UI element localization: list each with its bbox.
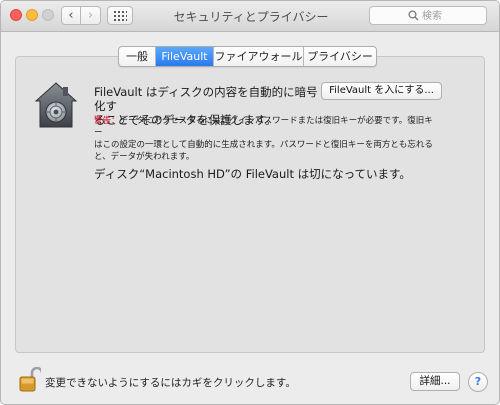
tab-bar: 一般 FileVault ファイアウォール プライバシー: [118, 46, 377, 67]
chevron-right-icon: ›: [87, 8, 94, 23]
turn-on-filevault-button[interactable]: FileVault を入にする...: [321, 82, 442, 100]
filevault-status: ディスク“Macintosh HD”の FileVault は切になっています。: [94, 167, 411, 181]
search-field[interactable]: [369, 6, 487, 25]
tab-filevault[interactable]: FileVault: [156, 47, 214, 66]
tab-firewall[interactable]: ファイアウォール: [214, 47, 304, 66]
search-icon: [408, 10, 419, 21]
search-input[interactable]: [422, 9, 482, 23]
advanced-button[interactable]: 詳細...: [410, 372, 460, 391]
show-all-button[interactable]: [107, 6, 133, 25]
tab-general[interactable]: 一般: [119, 47, 156, 66]
zoom-button[interactable]: [42, 9, 54, 21]
window-title: セキュリティとプライバシー: [173, 10, 329, 24]
back-button[interactable]: ‹: [61, 6, 81, 25]
help-button[interactable]: ?: [468, 372, 488, 392]
close-button[interactable]: [10, 9, 22, 21]
unlocked-padlock-icon[interactable]: [19, 367, 41, 393]
tab-privacy[interactable]: プライバシー: [304, 47, 376, 66]
warning-line-1: 警告：データにアクセスするにはログインパスワードまたは復旧キーが必要です。復旧キ…: [94, 116, 433, 138]
warning-text: 警告：データにアクセスするにはログインパスワードまたは復旧キーが必要です。復旧キ…: [94, 115, 439, 163]
grid-icon: [114, 11, 127, 21]
description-line-1: FileVault はディスクの内容を自動的に暗号化す: [94, 85, 318, 113]
warning-line-2: はこの設定の一環として自動的に生成されます。パスワードと復旧キーを両方とも忘れる: [94, 140, 433, 150]
warning-label: 警告：: [94, 116, 120, 126]
warning-line-3: と、データが失われます。: [94, 152, 195, 162]
preferences-window: ‹ › セキュリティとプライバシー 一般 FileVault ファイアウォール …: [0, 0, 500, 405]
minimize-button[interactable]: [26, 9, 38, 21]
filevault-house-icon: [34, 82, 78, 128]
chevron-left-icon: ‹: [68, 8, 74, 23]
lock-instruction-text: 変更できないようにするにはカギをクリックします。: [45, 377, 296, 389]
forward-button[interactable]: ›: [81, 6, 101, 25]
title-bar: ‹ › セキュリティとプライバシー: [1, 1, 499, 32]
